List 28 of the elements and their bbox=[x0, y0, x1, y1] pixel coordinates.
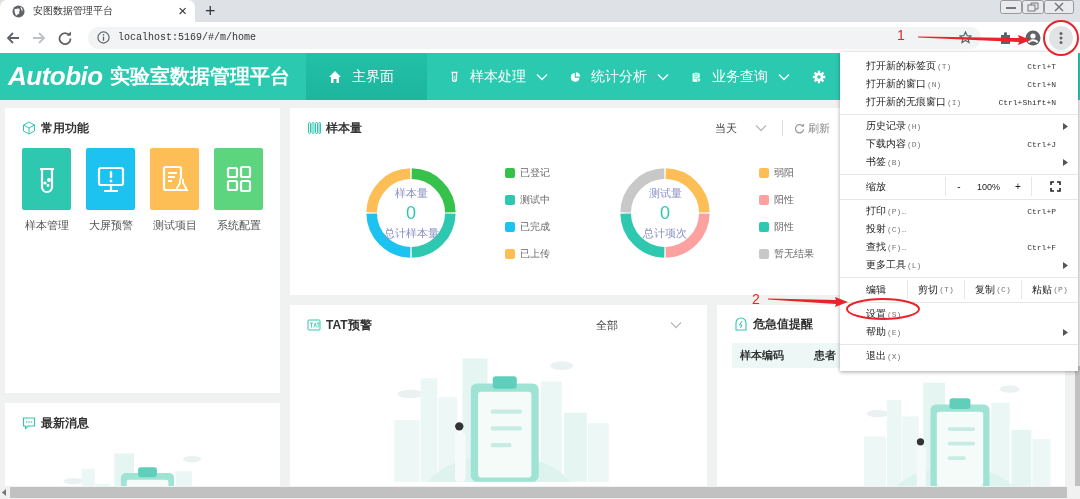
legend-label: 弱阳 bbox=[774, 166, 794, 180]
zoom-level: 100% bbox=[976, 181, 1000, 192]
donut-title: 测试量 bbox=[648, 186, 682, 200]
menu-label: 缩放 bbox=[865, 179, 887, 194]
donut-value: 0 bbox=[406, 202, 416, 225]
legend-label: 已登记 bbox=[520, 166, 550, 180]
donut-caption: 总计项次 bbox=[643, 226, 687, 240]
column-header: 患者 bbox=[814, 348, 836, 363]
step-number: 1 bbox=[897, 27, 905, 43]
card-title: 样本量 bbox=[326, 119, 362, 137]
app-title: 实验室数据管理平台 bbox=[109, 64, 290, 89]
legend-label: 阴性 bbox=[774, 220, 794, 234]
card-title: TAT预警 bbox=[326, 316, 372, 334]
card-title: 常用功能 bbox=[41, 119, 89, 137]
step-number: 2 bbox=[752, 291, 760, 307]
brand-logo: Autobio bbox=[8, 61, 103, 92]
legend-label: 已上传 bbox=[520, 247, 550, 261]
legend-label: 测试中 bbox=[520, 193, 550, 207]
card-title: 危急值提醒 bbox=[753, 315, 813, 333]
legend-label: 暂无结果 bbox=[774, 247, 814, 261]
donut-title: 样本量 bbox=[394, 186, 428, 200]
menu-label: 编辑 bbox=[865, 282, 887, 297]
legend-label: 阳性 bbox=[774, 193, 794, 207]
column-header: 样本编码 bbox=[740, 348, 784, 363]
donut-value: 0 bbox=[660, 202, 670, 225]
donut-caption: 总计样本量 bbox=[383, 226, 439, 240]
legend-label: 已完成 bbox=[520, 220, 550, 234]
card-title: 最新消息 bbox=[41, 414, 89, 432]
